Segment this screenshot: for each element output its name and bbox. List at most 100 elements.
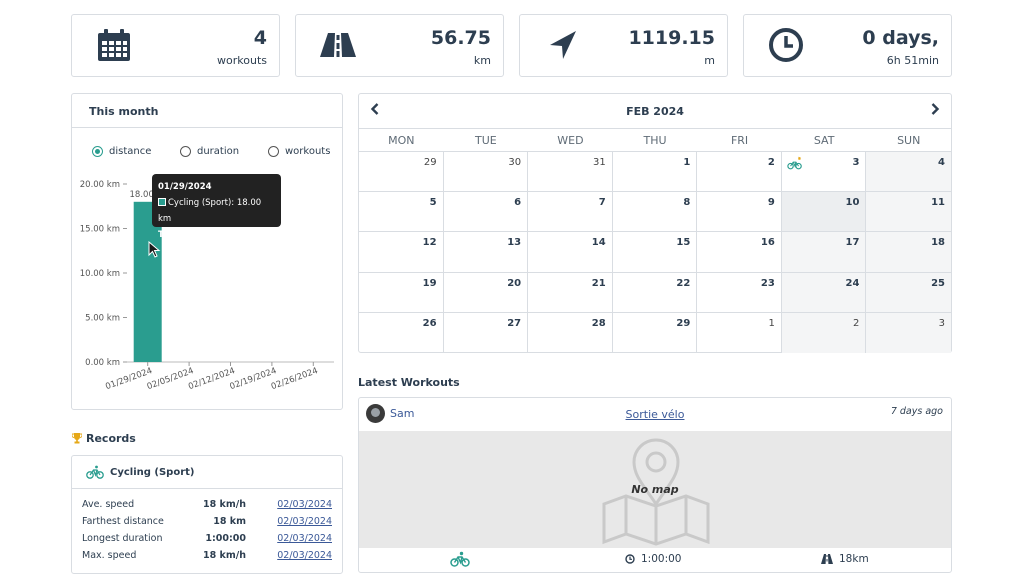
calendar-day[interactable]: 31 xyxy=(528,152,613,192)
no-map-text: No map xyxy=(631,483,679,496)
calendar-day[interactable]: 15 xyxy=(613,232,698,272)
workout-bike-icon[interactable] xyxy=(787,156,803,170)
calendar-day[interactable]: 2 xyxy=(697,152,782,192)
calendar-day[interactable]: 12 xyxy=(359,232,444,272)
calendar-day[interactable]: 5 xyxy=(359,192,444,232)
calendar-day[interactable]: 26 xyxy=(359,312,444,353)
x-tick-label: 01/29/2024 xyxy=(104,366,153,392)
y-tick-label: 20.00 km xyxy=(80,180,120,190)
calendar-day[interactable]: 6 xyxy=(444,192,529,232)
workout-title-link[interactable]: Sortie vélo xyxy=(359,408,951,421)
calendar-day[interactable]: 2 xyxy=(781,312,867,353)
record-label: Longest duration xyxy=(82,533,163,544)
calendar-grid: MON TUE WED THU FRI SAT SUN 29 30 31 1 2… xyxy=(359,128,951,353)
tooltip-series: Cycling (Sport): 18.00 km xyxy=(158,198,262,224)
radio-dot xyxy=(268,146,279,157)
latest-workouts-heading: Latest Workouts xyxy=(358,376,460,389)
weekday-label: WED xyxy=(557,134,584,147)
location-arrow-icon xyxy=(550,31,576,59)
calendar-day[interactable]: 9 xyxy=(697,192,782,232)
records-panel: Cycling (Sport) Ave. speed 18 km/h 02/03… xyxy=(71,455,343,574)
x-tick-label: 02/12/2024 xyxy=(187,366,236,392)
calendar-day[interactable]: 13 xyxy=(444,232,529,272)
calendar-day[interactable]: 17 xyxy=(781,232,867,272)
road-icon xyxy=(320,33,356,57)
divider xyxy=(72,127,342,128)
stat-card-workouts: 4 workouts xyxy=(71,14,280,77)
divider xyxy=(72,488,342,489)
calendar-day[interactable]: 7 xyxy=(528,192,613,232)
panel-title: This month xyxy=(89,105,159,118)
stat-card-duration: 0 days, 6h 51min xyxy=(743,14,952,77)
radio-label: distance xyxy=(109,146,152,157)
radio-workouts[interactable]: workouts xyxy=(268,146,330,157)
record-value: 18 km/h xyxy=(203,499,246,510)
y-tick-label: 5.00 km xyxy=(85,314,120,324)
calendar-day[interactable]: 29 xyxy=(613,312,698,353)
record-date-link[interactable]: 02/03/2024 xyxy=(277,516,332,527)
record-row: Farthest distance 18 km 02/03/2024 xyxy=(82,516,332,533)
calendar-day[interactable]: 21 xyxy=(528,272,613,312)
calendar-week: 29 30 31 1 2 3 4 xyxy=(359,152,951,193)
weekday-label: FRI xyxy=(730,134,749,147)
chevron-right-icon[interactable] xyxy=(929,102,941,116)
record-value: 18 km xyxy=(213,516,246,527)
calendar-week: 19 20 21 22 23 24 25 xyxy=(359,272,951,313)
clock-icon xyxy=(625,554,635,564)
calendar-day[interactable]: 1 xyxy=(613,152,698,192)
stat-value: 4 xyxy=(253,27,267,49)
workout-duration: 1:00:00 xyxy=(625,553,681,565)
x-tick-label: 02/19/2024 xyxy=(228,366,277,392)
weekday-label: THU xyxy=(643,134,667,147)
y-tick-label: 15.00 km xyxy=(80,225,120,235)
calendar-day[interactable]: 23 xyxy=(697,272,782,312)
calendar-day[interactable]: 3 xyxy=(782,152,867,192)
calendar-day[interactable]: 22 xyxy=(613,272,698,312)
stat-card-distance: 56.75 km xyxy=(295,14,504,77)
workout-map-placeholder[interactable]: No map xyxy=(359,431,951,548)
record-value: 1:00:00 xyxy=(205,533,246,544)
calendar-day[interactable]: 16 xyxy=(697,232,782,272)
stat-label: km xyxy=(473,54,491,67)
workout-time-ago: 7 days ago xyxy=(890,406,943,417)
calendar-day[interactable]: 28 xyxy=(528,312,613,353)
calendar-day[interactable]: 11 xyxy=(866,192,951,232)
record-label: Max. speed xyxy=(82,550,137,561)
calendar-day[interactable]: 14 xyxy=(528,232,613,272)
record-date-link[interactable]: 02/03/2024 xyxy=(277,499,332,510)
calendar-day[interactable]: 4 xyxy=(866,152,951,192)
tooltip-total: Total: 18.00 km xyxy=(158,230,232,240)
radio-duration[interactable]: duration xyxy=(180,146,239,157)
bike-icon xyxy=(86,465,104,479)
chart-tooltip: 01/29/2024 Cycling (Sport): 18.00 km Tot… xyxy=(152,174,281,240)
calendar-day[interactable]: 18 xyxy=(866,232,951,272)
stat-value: 1119.15 xyxy=(628,27,715,49)
calendar-day-today[interactable]: 10 xyxy=(781,192,867,232)
workout-distance: 18km xyxy=(821,553,869,565)
record-date-link[interactable]: 02/03/2024 xyxy=(277,550,332,561)
calendar-day[interactable]: 20 xyxy=(444,272,529,312)
calendar-day[interactable]: 3 xyxy=(866,312,951,353)
x-tick-label: 02/26/2024 xyxy=(270,366,319,392)
calendar-day[interactable]: 24 xyxy=(781,272,867,312)
calendar-day[interactable]: 29 xyxy=(359,152,444,192)
bar-data-label: 18.00 xyxy=(130,190,154,200)
trophy-icon xyxy=(72,433,82,444)
calendar-day[interactable]: 30 xyxy=(444,152,529,192)
calendar-week: 12 13 14 15 16 17 18 xyxy=(359,232,951,273)
record-date-link[interactable]: 02/03/2024 xyxy=(277,533,332,544)
y-tick-label: 0.00 km xyxy=(85,358,120,368)
calendar-day[interactable]: 8 xyxy=(613,192,698,232)
records-heading: Records xyxy=(72,432,136,445)
calendar-day[interactable]: 19 xyxy=(359,272,444,312)
calendar-day[interactable]: 25 xyxy=(866,272,951,312)
weekday-label: SUN xyxy=(897,134,921,147)
radio-distance[interactable]: distance xyxy=(92,146,151,157)
bike-icon xyxy=(450,551,470,567)
stat-card-elevation: 1119.15 m xyxy=(519,14,728,77)
record-row: Max. speed 18 km/h 02/03/2024 xyxy=(82,550,332,567)
y-tick-label: 10.00 km xyxy=(80,269,120,279)
calendar-day[interactable]: 1 xyxy=(697,312,782,353)
calendar-day[interactable]: 27 xyxy=(444,312,529,353)
x-tick-label: 02/05/2024 xyxy=(146,366,195,392)
